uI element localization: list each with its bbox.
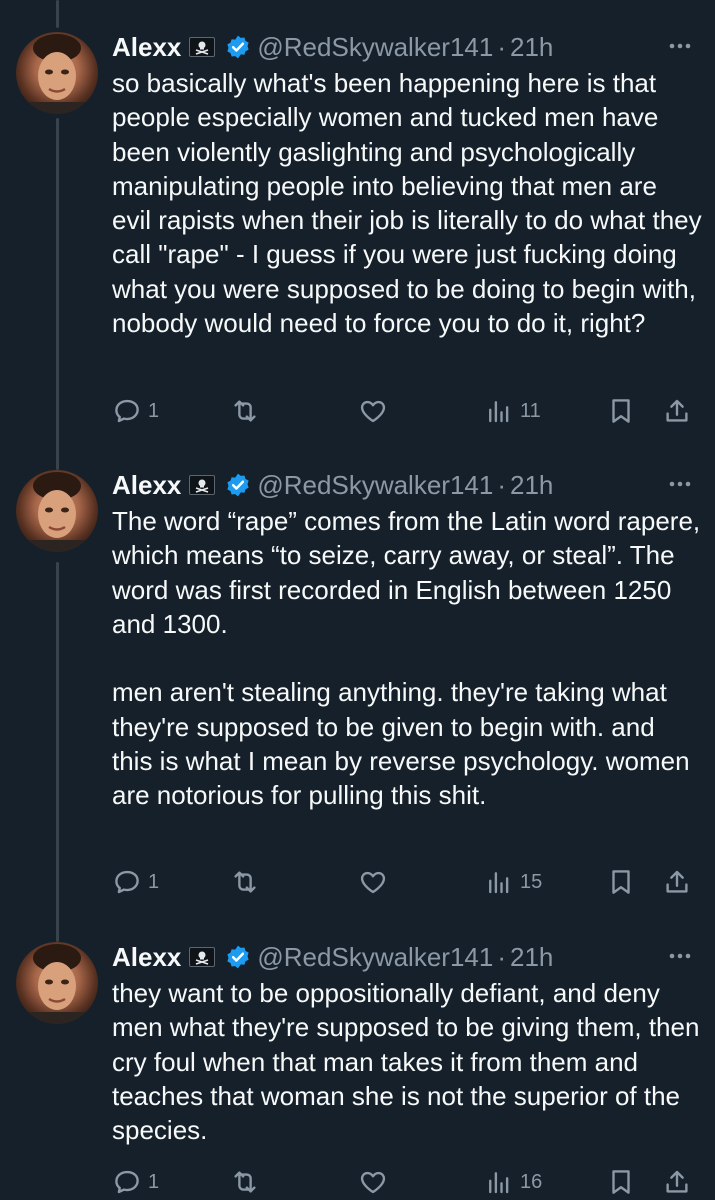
reply-count: 1 [148,870,160,893]
more-options-icon[interactable] [665,470,695,498]
tweet-actions: 1 15 [112,864,699,900]
author-name[interactable]: Alexx [112,470,181,501]
separator-dot: · [497,31,507,62]
share-button[interactable] [662,864,692,900]
views-button[interactable]: 16 [484,1164,542,1200]
reply-count: 1 [148,399,160,422]
verified-badge-icon [225,34,251,60]
pirate-flag-icon [189,947,216,967]
retweet-icon [234,871,256,893]
view-count: 16 [520,1170,543,1193]
like-button[interactable] [358,864,394,900]
reply-count: 1 [148,1170,160,1193]
retweet-button[interactable] [230,393,266,429]
reply-icon [115,870,139,894]
bookmark-button[interactable] [606,1164,636,1200]
tweet-header: Alexx @RedSkywalker141 · 21h [112,940,695,974]
more-options-icon[interactable] [665,32,695,60]
share-icon [666,1170,688,1193]
author-handle[interactable]: @RedSkywalker141 [257,942,493,973]
pirate-flag-icon [189,475,216,495]
thread-line [56,0,59,28]
avatar[interactable] [16,32,98,114]
share-icon [666,870,688,893]
views-button[interactable]: 15 [484,864,542,900]
tweet-text: they want to be oppositionally defiant, … [112,978,707,1146]
author-name[interactable]: Alexx [112,32,181,63]
thread-line [56,118,59,470]
author-handle[interactable]: @RedSkywalker141 [257,32,493,63]
tweet-actions: 1 16 [112,1164,699,1200]
share-button[interactable] [662,1164,692,1200]
view-count: 11 [520,399,541,422]
timestamp[interactable]: 21h [510,32,553,63]
timestamp[interactable]: 21h [510,942,553,973]
verified-badge-icon [225,472,251,498]
bookmark-button[interactable] [606,864,636,900]
views-chart-icon [489,401,509,423]
reply-button[interactable]: 1 [112,1164,159,1200]
avatar[interactable] [16,470,98,552]
tweet-text: The word “rape” comes from the Latin wor… [112,506,701,811]
retweet-button[interactable] [230,864,266,900]
share-icon [666,399,688,422]
reply-icon [115,1170,139,1194]
like-button[interactable] [358,1164,394,1200]
heart-icon [360,871,386,894]
separator-dot: · [497,469,507,500]
tweet-header: Alexx @RedSkywalker141 · 21h [112,30,695,64]
timestamp[interactable]: 21h [510,470,553,501]
retweet-icon [234,1171,256,1193]
views-chart-icon [489,1172,509,1194]
author-handle[interactable]: @RedSkywalker141 [257,470,493,501]
verified-badge-icon [225,944,251,970]
view-count: 15 [520,870,543,893]
separator-dot: · [497,941,507,972]
retweet-icon [234,400,256,422]
bookmark-icon [612,1170,630,1194]
reply-icon [115,399,139,423]
tweet-text: so basically what's been happening here … [112,68,709,339]
like-button[interactable] [358,393,394,429]
bookmark-icon [612,399,630,423]
retweet-button[interactable] [230,1164,266,1200]
bookmark-icon [612,870,630,894]
author-name[interactable]: Alexx [112,942,181,973]
tweet-header: Alexx @RedSkywalker141 · 21h [112,468,695,502]
reply-button[interactable]: 1 [112,393,159,429]
heart-icon [360,400,386,423]
bookmark-button[interactable] [606,393,636,429]
share-button[interactable] [662,393,692,429]
thread-line [56,562,59,942]
reply-button[interactable]: 1 [112,864,159,900]
views-chart-icon [489,872,509,894]
pirate-flag-icon [189,37,216,57]
views-button[interactable]: 11 [484,393,541,429]
avatar[interactable] [16,942,98,1024]
tweet-actions: 1 11 [112,393,699,429]
more-options-icon[interactable] [665,942,695,970]
heart-icon [360,1171,386,1194]
